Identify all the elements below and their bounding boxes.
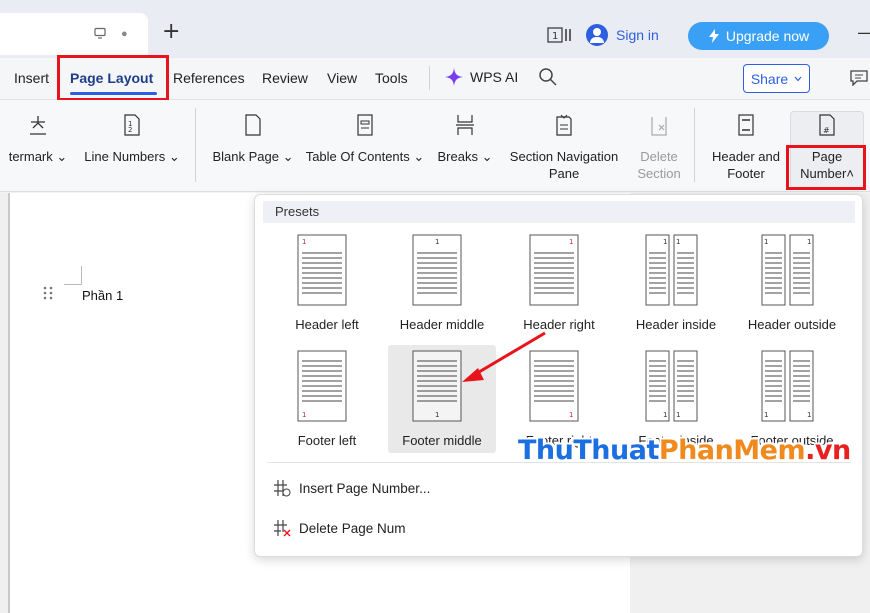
watermark-part-1: ThuThuat bbox=[518, 435, 659, 466]
site-watermark: ThuThuatPhanMem.vn bbox=[518, 435, 851, 466]
watermark-part-2: PhanMem bbox=[658, 435, 806, 466]
annotation-arrow bbox=[462, 331, 546, 382]
watermark-part-3: .vn bbox=[805, 435, 851, 466]
